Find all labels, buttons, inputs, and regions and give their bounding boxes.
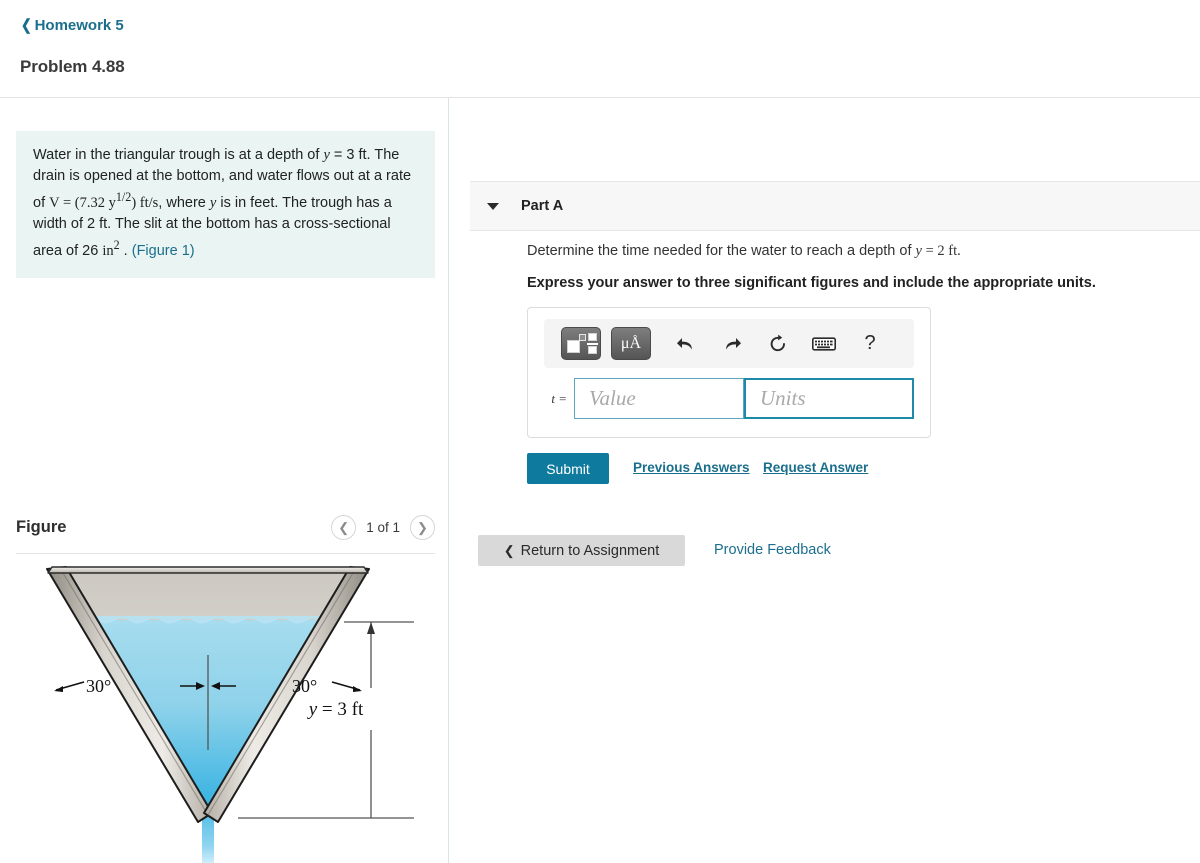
angle-label-left: 30° [86, 676, 111, 696]
answer-units-placeholder: Units [760, 386, 806, 410]
answer-value-input[interactable]: Value [574, 378, 744, 419]
figure-navigation: ❮ 1 of 1 ❯ [331, 515, 435, 540]
problem-rate-exponent: 1/2 [115, 190, 132, 204]
undo-button[interactable] [669, 329, 703, 359]
answer-input-row: t = Value Units [544, 378, 914, 419]
problem-rate-close: ) ft/s [131, 194, 159, 211]
part-a-header[interactable]: Part A [470, 181, 1200, 231]
depth-dimension-label: y = 3 ft [307, 699, 364, 720]
answer-variable-label: t = [551, 390, 567, 406]
caret-down-icon [487, 202, 499, 210]
undo-arrow-icon [677, 337, 692, 350]
part-a-label: Part A [521, 198, 564, 214]
breadcrumb-homework-link[interactable]: ❮ Homework 5 [20, 17, 124, 34]
answer-units-input[interactable]: Units [744, 378, 914, 419]
angle-label-right: 30° [292, 676, 317, 696]
refresh-circle-icon [770, 334, 785, 351]
chevron-left-icon: ❮ [20, 17, 32, 34]
problem-line3-c: . [119, 242, 132, 259]
math-toolbar: μÅ ? [544, 319, 914, 368]
part-a-instruction: Express your answer to three significant… [527, 275, 1096, 291]
part-a-question: Determine the time needed for the water … [527, 243, 961, 260]
page-title: Problem 4.88 [20, 57, 125, 76]
keyboard-button[interactable] [807, 329, 841, 359]
answer-widget: μÅ ? t = Value Units [527, 307, 931, 438]
problem-line1-b: = 3 ft. [329, 147, 371, 163]
column-divider [448, 98, 449, 863]
question-mark-icon: ? [864, 332, 876, 354]
template-boxes-icon [567, 332, 598, 355]
question-text-b: = 2 ft. [921, 243, 961, 259]
problem-page: ❮ Homework 5 Problem 4.88 Water in the t… [0, 0, 1200, 863]
problem-line3-a: , where [158, 194, 210, 211]
figure-next-button[interactable]: ❯ [410, 515, 435, 540]
problem-line1-a: Water in the triangular trough is at a d… [33, 147, 324, 163]
figure-counter: 1 of 1 [366, 520, 400, 535]
breadcrumb-label: Homework 5 [34, 17, 124, 34]
answer-value-placeholder: Value [589, 386, 636, 410]
problem-area-unit: in [102, 242, 114, 259]
problem-var-V: V [49, 194, 60, 211]
header-divider [0, 97, 1200, 98]
problem-statement-text: Water in the triangular trough is at a d… [33, 145, 419, 262]
previous-answers-link[interactable]: Previous Answers [633, 460, 750, 475]
problem-rate-expr: (7.32 y [74, 194, 116, 211]
redo-button[interactable] [715, 329, 749, 359]
trough-diagram-svg: 30° 30° y = 3 ft [46, 566, 414, 863]
problem-rate-eq: = [59, 194, 75, 211]
question-text-a: Determine the time needed for the water … [527, 243, 916, 259]
provide-feedback-link[interactable]: Provide Feedback [714, 542, 831, 558]
mu-angstrom-icon: μÅ [620, 334, 642, 352]
help-button[interactable]: ? [853, 329, 887, 359]
return-to-assignment-label: Return to Assignment [520, 542, 660, 559]
submit-button[interactable]: Submit [527, 453, 609, 484]
return-to-assignment-button[interactable]: ❮ Return to Assignment [478, 535, 685, 566]
figure-prev-button[interactable]: ❮ [331, 515, 357, 540]
figure-divider [16, 553, 435, 554]
keyboard-icon [812, 336, 836, 351]
chevron-left-icon: ❮ [503, 542, 515, 558]
figure-title: Figure [16, 518, 67, 536]
request-answer-link[interactable]: Request Answer [763, 460, 868, 475]
figure-header: Figure ❮ 1 of 1 ❯ [16, 515, 435, 553]
units-button[interactable]: μÅ [611, 327, 651, 360]
problem-statement-box: Water in the triangular trough is at a d… [16, 131, 435, 278]
figure-image[interactable]: 30° 30° y = 3 ft [16, 560, 435, 863]
math-template-button[interactable] [561, 327, 601, 360]
reset-button[interactable] [761, 329, 795, 359]
redo-arrow-icon [726, 337, 741, 350]
figure-1-link[interactable]: (Figure 1) [132, 243, 195, 259]
